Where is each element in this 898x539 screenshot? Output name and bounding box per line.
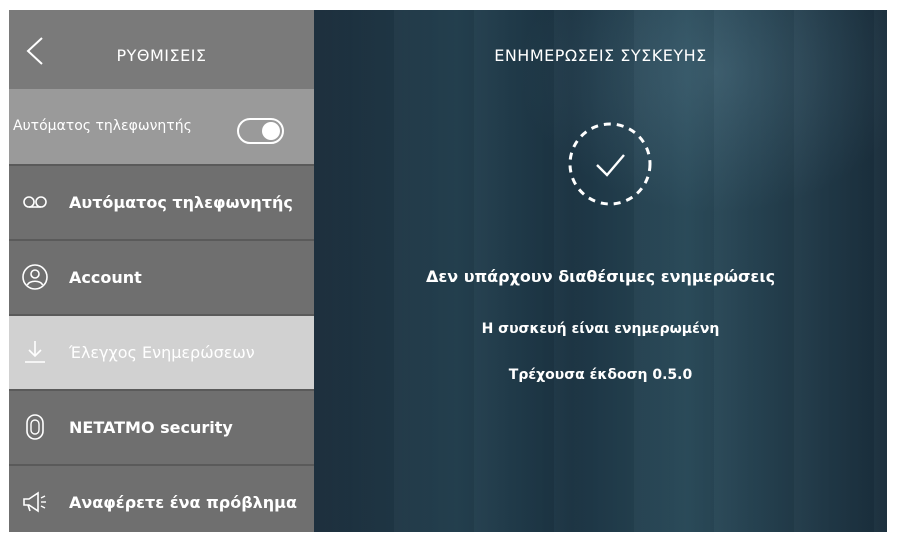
device-screen: ΡΥΘΜΙΣΕΙΣ Αυτόματος τηλεφωνητής Αυτόματο… xyxy=(9,10,887,532)
sidebar-item-label: Αναφέρετε ένα πρόβλημα xyxy=(69,493,297,512)
up-to-date-message: Η συσκευή είναι ενημερωμένη xyxy=(481,321,720,337)
no-updates-message: Δεν υπάρχουν διαθέσιμες ενημερώσεις xyxy=(425,267,776,286)
answering-machine-toggle-row: Αυτόματος τηλεφωνητής xyxy=(9,89,314,164)
sidebar-item-label: NETATMO security xyxy=(69,418,233,437)
sidebar-title: ΡΥΘΜΙΣΕΙΣ xyxy=(116,46,207,65)
sidebar-item-label: Έλεγχος Ενημερώσεων xyxy=(69,343,255,362)
sidebar-item-answering-machine[interactable]: Αυτόματος τηλεφωνητής xyxy=(9,164,314,239)
voicemail-icon xyxy=(23,196,47,208)
current-version: Τρέχουσα έκδοση 0.5.0 xyxy=(508,367,693,383)
megaphone-icon xyxy=(23,491,46,513)
check-circle-icon xyxy=(568,122,652,206)
sidebar-header: ΡΥΘΜΙΣΕΙΣ xyxy=(9,10,314,89)
settings-sidebar: ΡΥΘΜΙΣΕΙΣ Αυτόματος τηλεφωνητής Αυτόματο… xyxy=(9,10,314,532)
toggle-knob xyxy=(262,122,280,140)
sidebar-item-netatmo-security[interactable]: NETATMO security xyxy=(9,389,314,464)
sidebar-item-label: Account xyxy=(69,268,142,287)
page-title: ΕΝΗΜΕΡΩΣΕΙΣ ΣΥΣΚΕΥΗΣ xyxy=(494,46,707,65)
download-icon xyxy=(25,341,45,363)
answering-machine-toggle[interactable] xyxy=(237,118,284,144)
sidebar-item-label: Αυτόματος τηλεφωνητής xyxy=(69,193,293,212)
user-icon xyxy=(22,264,48,290)
security-tag-icon xyxy=(26,414,44,440)
toggle-label: Αυτόματος τηλεφωνητής xyxy=(13,118,192,134)
sidebar-item-report-problem[interactable]: Αναφέρετε ένα πρόβλημα xyxy=(9,464,314,532)
sidebar-item-account[interactable]: Account xyxy=(9,239,314,314)
device-updates-panel: ΕΝΗΜΕΡΩΣΕΙΣ ΣΥΣΚΕΥΗΣ Δεν υπάρχουν διαθέσ… xyxy=(314,10,887,532)
sidebar-item-check-updates[interactable]: Έλεγχος Ενημερώσεων xyxy=(9,314,314,389)
